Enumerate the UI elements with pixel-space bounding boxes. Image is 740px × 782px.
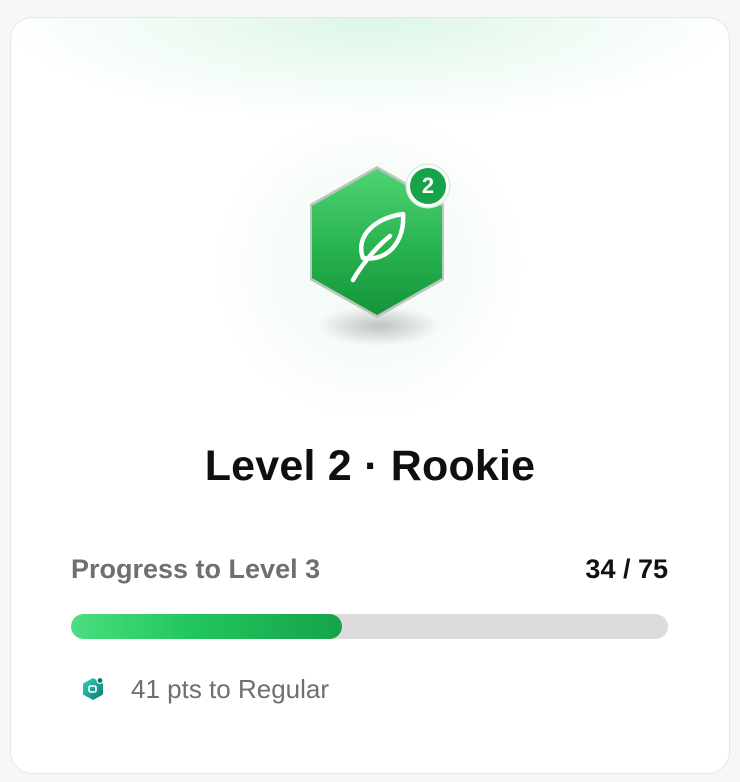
level-title: Level 2 · Rookie [204, 442, 536, 490]
level-badge: 2 [295, 158, 449, 358]
card-glow [11, 18, 729, 118]
progress-bar [71, 614, 668, 639]
next-tier-hint: 41 pts to Regular [81, 671, 329, 707]
level-card: 2 Level 2 · Rookie Progress to Level 3 3… [10, 17, 730, 774]
level-number-badge: 2 [407, 165, 449, 207]
progress-value: 34 / 75 [585, 554, 668, 584]
gem-icon [83, 676, 104, 700]
next-tier-text: 41 pts to Regular [131, 673, 330, 704]
progress-bar-fill [71, 614, 342, 639]
progress-label: Progress to Level 3 [71, 554, 321, 584]
